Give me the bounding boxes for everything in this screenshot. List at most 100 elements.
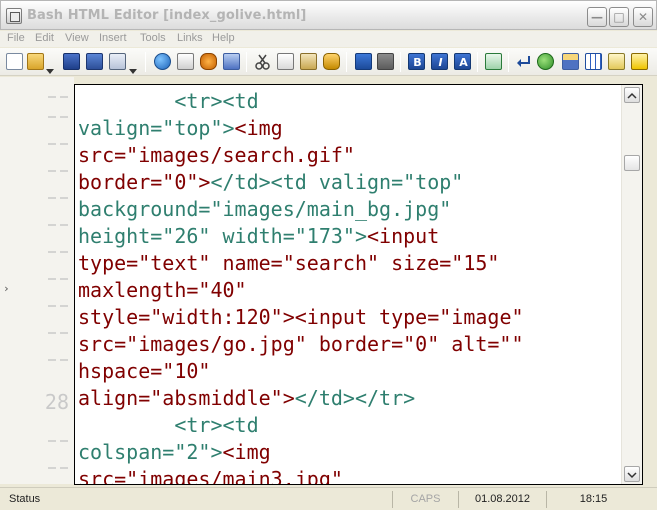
code-token-attr: background="images/main_bg.jpg" <box>78 197 452 221</box>
toolbar: B I A <box>0 48 657 76</box>
code-line[interactable]: background="images/main_bg.jpg" <box>78 196 451 223</box>
open-dropdown-icon[interactable] <box>46 59 54 74</box>
code-line[interactable]: height="26" width="173"><input <box>78 223 439 250</box>
status-date: 01.08.2012 <box>458 491 542 508</box>
italic-button[interactable]: I <box>431 53 448 70</box>
code-line[interactable]: src="images/main3.jpg" <box>78 466 343 484</box>
toolbar-separator <box>346 52 347 72</box>
paste-icon[interactable] <box>300 53 317 70</box>
code-line[interactable]: maxlength="40" <box>78 277 247 304</box>
code-token-tag: hspace="10" <box>78 359 211 383</box>
code-token-attr: height="26" width="173"> <box>78 224 367 248</box>
vertical-scrollbar[interactable] <box>621 85 642 484</box>
stop-icon[interactable] <box>377 53 394 70</box>
preview-dropdown-icon[interactable] <box>129 59 137 74</box>
open-folder-icon[interactable] <box>27 53 44 70</box>
table-icon[interactable] <box>585 53 602 70</box>
close-button[interactable]: ✕ <box>633 7 653 27</box>
code-token-attr: valign="top"> <box>78 116 235 140</box>
code-line[interactable]: <tr><td <box>78 88 258 115</box>
code-line[interactable]: hspace="10" <box>78 358 210 385</box>
gutter-line-number: 28 <box>0 390 72 417</box>
chevron-down-icon <box>46 69 54 74</box>
palette-icon[interactable] <box>200 53 217 70</box>
save-all-icon[interactable] <box>86 53 103 70</box>
code-token-attr: colspan="2"> <box>78 440 223 464</box>
menu-edit[interactable]: Edit <box>35 32 54 44</box>
gutter-line <box>0 178 72 205</box>
code-token-attr <box>78 413 174 437</box>
code-token-tag: style="width:120"> <box>78 305 295 329</box>
find-icon[interactable] <box>323 53 340 70</box>
maximize-icon: □ <box>613 10 625 24</box>
maximize-button[interactable]: □ <box>609 7 629 27</box>
menu-file[interactable]: File <box>7 32 25 44</box>
code-area[interactable]: <tr><td valign="top"><img src="images/sear… <box>78 88 620 484</box>
code-token-tag: src="images/go.jpg" border="0" alt="" <box>78 332 524 356</box>
help-icon[interactable] <box>631 53 648 70</box>
code-line[interactable]: <tr><td <box>78 412 259 439</box>
code-line[interactable]: type="text" name="search" size="15" <box>78 250 499 277</box>
code-line[interactable]: colspan="2"><img <box>78 439 271 466</box>
code-token-tag: maxlength="40" <box>78 278 247 302</box>
line-gutter: 28 › <box>0 77 74 484</box>
menu-view[interactable]: View <box>65 32 89 44</box>
copy-icon[interactable] <box>277 53 294 70</box>
code-line[interactable]: src="images/search.gif" <box>78 142 355 169</box>
gutter-line <box>0 448 72 475</box>
code-token-tag: <img <box>222 440 271 464</box>
new-file-icon[interactable] <box>6 53 23 70</box>
scroll-up-button[interactable] <box>624 87 640 103</box>
arrow-up-icon <box>627 92 637 99</box>
line-number: 28 <box>44 390 69 414</box>
caps-indicator: CAPS <box>392 491 454 508</box>
web-page-icon[interactable] <box>223 53 240 70</box>
image-globe-icon[interactable] <box>537 53 554 70</box>
menu-links[interactable]: Links <box>177 32 203 44</box>
gutter-line <box>0 259 72 286</box>
globe-icon[interactable] <box>154 53 171 70</box>
toolbar-separator <box>246 52 247 72</box>
gutter-line <box>0 205 72 232</box>
status-text: Status <box>9 493 41 505</box>
code-line[interactable]: valign="top"><img <box>78 115 283 142</box>
title-bar: Bash HTML Editor [index_golive.html] — □… <box>0 0 657 30</box>
status-bar: Status CAPS 01.08.2012 18:15 <box>0 487 657 510</box>
status-time: 18:15 <box>546 491 636 508</box>
code-token-attr: </td><td valign="top" <box>210 170 464 194</box>
code-token-tag: <img <box>234 116 283 140</box>
enter-arrow-icon <box>517 56 530 67</box>
current-line-marker: › <box>3 282 10 295</box>
toolbar-separator <box>477 52 478 72</box>
preview-icon[interactable] <box>109 53 126 70</box>
cut-icon[interactable] <box>254 53 271 70</box>
code-line[interactable]: src="images/go.jpg" border="0" alt="" <box>78 331 524 358</box>
save-icon[interactable] <box>63 53 80 70</box>
minimize-icon: — <box>591 10 603 24</box>
code-editor[interactable]: <tr><td valign="top"><img src="images/sear… <box>74 84 643 485</box>
code-line[interactable]: align="absmiddle"></td></tr> <box>78 385 415 412</box>
scissors-icon <box>255 54 270 70</box>
scroll-thumb[interactable] <box>624 155 640 171</box>
gutter-line <box>0 421 72 448</box>
undo-icon[interactable] <box>355 53 372 70</box>
font-button[interactable]: A <box>454 53 471 70</box>
menu-tools[interactable]: Tools <box>140 32 166 44</box>
menu-insert[interactable]: Insert <box>99 32 127 44</box>
scroll-down-button[interactable] <box>624 466 640 482</box>
document-search-icon[interactable] <box>177 53 194 70</box>
code-token-attr <box>78 89 174 113</box>
code-token-attr: </td></tr> <box>294 386 416 410</box>
menu-help[interactable]: Help <box>212 32 235 44</box>
note-icon[interactable] <box>608 53 625 70</box>
code-token-attr: <tr><td <box>174 413 259 437</box>
code-line[interactable]: style="width:120"><input type="image" <box>78 304 524 331</box>
return-icon[interactable] <box>515 53 532 70</box>
window-title: Bash HTML Editor [index_golive.html] <box>27 8 307 23</box>
minimize-button[interactable]: — <box>587 7 607 27</box>
code-token-tag: <input type="image" <box>294 305 524 329</box>
align-icon[interactable] <box>485 53 502 70</box>
bold-button[interactable]: B <box>408 53 425 70</box>
form-icon[interactable] <box>562 53 579 70</box>
code-line[interactable]: border="0"></td><td valign="top" <box>78 169 463 196</box>
